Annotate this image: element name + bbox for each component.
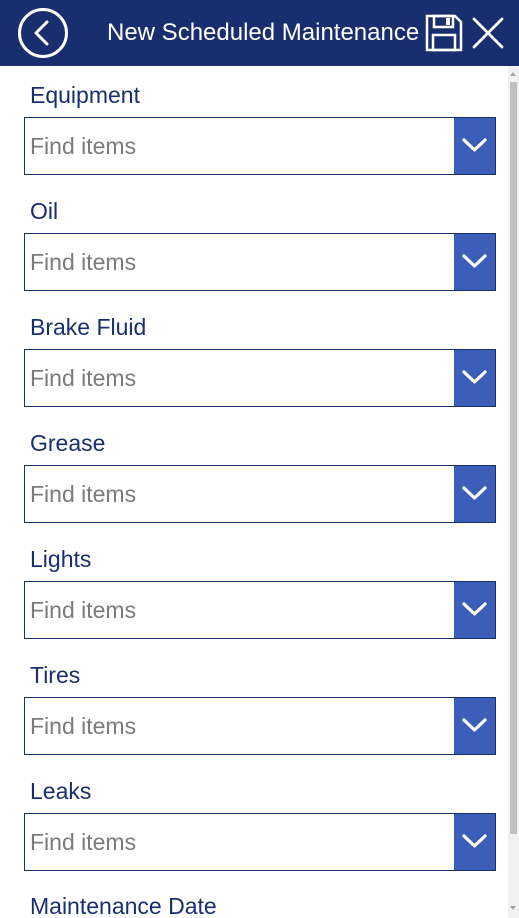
chevron-down-icon	[462, 834, 487, 848]
combo-box-oil[interactable]	[24, 233, 496, 291]
combo-box-lights[interactable]	[24, 581, 496, 639]
field-label-oil: Oil	[30, 198, 59, 224]
search-input-brake-fluid[interactable]	[25, 350, 455, 406]
back-button[interactable]	[17, 7, 69, 59]
save-floppy-icon	[425, 14, 463, 52]
close-x-icon	[472, 17, 504, 49]
chevron-down-icon	[462, 602, 487, 616]
dropdown-button-grease[interactable]	[454, 466, 495, 522]
field-label-brake-fluid: Brake Fluid	[30, 314, 147, 340]
search-input-tires[interactable]	[25, 698, 455, 754]
dropdown-button-equipment[interactable]	[454, 118, 495, 174]
combo-box-equipment[interactable]	[24, 117, 496, 175]
dropdown-button-tires[interactable]	[454, 698, 495, 754]
save-button[interactable]	[425, 14, 463, 52]
chevron-down-icon	[462, 138, 487, 152]
search-input-equipment[interactable]	[25, 118, 455, 174]
combo-box-brake-fluid[interactable]	[24, 349, 496, 407]
field-label-tires: Tires	[30, 662, 81, 688]
search-input-oil[interactable]	[25, 234, 455, 290]
combo-box-leaks[interactable]	[24, 813, 496, 871]
search-input-leaks[interactable]	[25, 814, 455, 870]
scroll-up-arrow-icon[interactable]	[510, 72, 516, 76]
back-arrow-circle-icon	[18, 8, 68, 58]
field-label-maintenance-date: Maintenance Date	[30, 893, 217, 918]
field-label-equipment: Equipment	[30, 82, 140, 108]
maintenance-form-screen: New Scheduled Maintenance Equipment Find…	[0, 0, 519, 918]
field-label-leaks: Leaks	[30, 778, 92, 804]
dropdown-button-brake-fluid[interactable]	[454, 350, 495, 406]
header-bar: New Scheduled Maintenance	[0, 0, 519, 66]
field-label-grease: Grease	[30, 430, 106, 456]
search-input-lights[interactable]	[25, 582, 455, 638]
chevron-down-icon	[462, 486, 487, 500]
page-title: New Scheduled Maintenance	[107, 19, 420, 46]
search-input-grease[interactable]	[25, 466, 455, 522]
vertical-scrollbar[interactable]	[508, 66, 519, 918]
combo-box-grease[interactable]	[24, 465, 496, 523]
combo-box-tires[interactable]	[24, 697, 496, 755]
close-button[interactable]	[470, 14, 506, 52]
dropdown-button-leaks[interactable]	[454, 814, 495, 870]
scroll-down-arrow-icon[interactable]	[510, 906, 516, 910]
scrollbar-thumb[interactable]	[510, 82, 517, 834]
dropdown-button-lights[interactable]	[454, 582, 495, 638]
form-body: Equipment Oil Brake Fluid	[0, 66, 519, 918]
field-label-lights: Lights	[30, 546, 92, 572]
dropdown-button-oil[interactable]	[454, 234, 495, 290]
chevron-down-icon	[462, 370, 487, 384]
chevron-down-icon	[462, 718, 487, 732]
chevron-down-icon	[462, 254, 487, 268]
